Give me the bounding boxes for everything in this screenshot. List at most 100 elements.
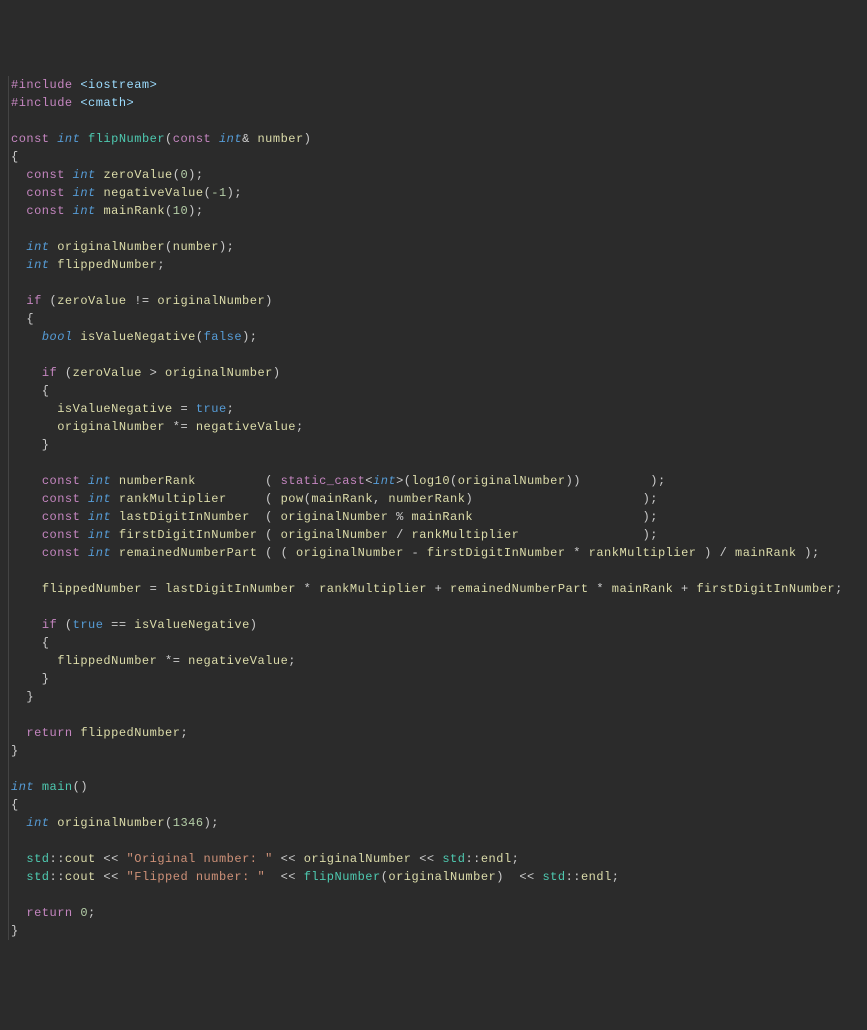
keyword-if: if [42, 366, 57, 380]
variable: originalNumber [57, 816, 165, 830]
string-literal: "Flipped number: " [127, 870, 266, 884]
variable: originalNumber [304, 852, 412, 866]
number-literal: 10 [173, 204, 188, 218]
keyword-if: if [26, 294, 41, 308]
cast-operator: static_cast [281, 474, 366, 488]
variable: originalNumber [296, 546, 404, 560]
number-literal: 0 [180, 168, 188, 182]
variable: flippedNumber [42, 582, 142, 596]
code-line: const int firstDigitInNumber ( originalN… [11, 526, 859, 544]
type: int [73, 168, 96, 182]
function-call: flipNumber [304, 870, 381, 884]
variable: isValueNegative [57, 402, 173, 416]
variable: numberRank [119, 474, 196, 488]
code-line [11, 832, 859, 850]
variable: originalNumber [458, 474, 566, 488]
code-line: flippedNumber *= negativeValue; [11, 652, 859, 670]
keyword-const: const [42, 474, 81, 488]
variable: rankMultiplier [589, 546, 697, 560]
code-line: #include <iostream> [11, 76, 859, 94]
code-line [11, 220, 859, 238]
code-line: int main() [11, 778, 859, 796]
code-line [11, 274, 859, 292]
code-line: } [11, 922, 859, 940]
type: int [88, 474, 111, 488]
variable: zeroValue [73, 366, 142, 380]
code-line: } [11, 742, 859, 760]
keyword-return: return [26, 726, 72, 740]
variable: zeroValue [103, 168, 172, 182]
variable: firstDigitInNumber [427, 546, 566, 560]
code-line: const int mainRank(10); [11, 202, 859, 220]
type: int [26, 258, 49, 272]
variable: originalNumber [281, 528, 389, 542]
code-line: const int rankMultiplier ( pow(mainRank,… [11, 490, 859, 508]
bool-literal: false [204, 330, 243, 344]
variable: originalNumber [57, 240, 165, 254]
code-line: { [11, 634, 859, 652]
variable: originalNumber [165, 366, 273, 380]
variable: remainedNumberPart [450, 582, 589, 596]
preprocessor: #include [11, 78, 73, 92]
code-line [11, 760, 859, 778]
parameter: number [173, 240, 219, 254]
code-line: std::cout << "Original number: " << orig… [11, 850, 859, 868]
header-name: <iostream> [80, 78, 157, 92]
number-literal: 0 [80, 906, 88, 920]
keyword-if: if [42, 618, 57, 632]
code-line: const int flipNumber(const int& number) [11, 130, 859, 148]
variable: mainRank [612, 582, 674, 596]
code-line: } [11, 670, 859, 688]
variable: flippedNumber [57, 654, 157, 668]
function-call: pow [281, 492, 304, 506]
variable: negativeValue [196, 420, 296, 434]
code-line: originalNumber *= negativeValue; [11, 418, 859, 436]
code-line: flippedNumber = lastDigitInNumber * rank… [11, 580, 859, 598]
type: int [73, 204, 96, 218]
keyword-const: const [26, 168, 65, 182]
code-line: int originalNumber(number); [11, 238, 859, 256]
variable: remainedNumberPart [119, 546, 258, 560]
code-line: return flippedNumber; [11, 724, 859, 742]
code-line: if (true == isValueNegative) [11, 616, 859, 634]
function-name: flipNumber [88, 132, 165, 146]
variable: negativeValue [188, 654, 288, 668]
code-line [11, 706, 859, 724]
type: int [88, 546, 111, 560]
keyword-return: return [26, 906, 72, 920]
variable: lastDigitInNumber [119, 510, 250, 524]
type: int [219, 132, 242, 146]
code-editor[interactable]: #include <iostream>#include <cmath> cons… [8, 76, 859, 940]
type: int [57, 132, 80, 146]
keyword-const: const [42, 510, 81, 524]
code-line: return 0; [11, 904, 859, 922]
variable: lastDigitInNumber [165, 582, 296, 596]
namespace: std [442, 852, 465, 866]
keyword-const: const [11, 132, 50, 146]
code-line: } [11, 688, 859, 706]
variable: mainRank [412, 510, 474, 524]
keyword-const: const [42, 528, 81, 542]
variable: negativeValue [103, 186, 203, 200]
keyword-const: const [26, 204, 65, 218]
variable: flippedNumber [80, 726, 180, 740]
type: int [73, 186, 96, 200]
variable: mainRank [735, 546, 797, 560]
code-line [11, 562, 859, 580]
variable: flippedNumber [57, 258, 157, 272]
variable: rankMultiplier [319, 582, 427, 596]
identifier: endl [581, 870, 612, 884]
namespace: std [26, 852, 49, 866]
keyword-const: const [42, 546, 81, 560]
variable: firstDigitInNumber [696, 582, 835, 596]
code-line: const int numberRank ( static_cast<int>(… [11, 472, 859, 490]
type: int [373, 474, 396, 488]
type: int [26, 240, 49, 254]
number-literal: 1346 [173, 816, 204, 830]
identifier: cout [65, 870, 96, 884]
code-line: const int lastDigitInNumber ( originalNu… [11, 508, 859, 526]
code-line: { [11, 382, 859, 400]
variable: originalNumber [388, 870, 496, 884]
header-name: <cmath> [80, 96, 134, 110]
variable: mainRank [311, 492, 373, 506]
